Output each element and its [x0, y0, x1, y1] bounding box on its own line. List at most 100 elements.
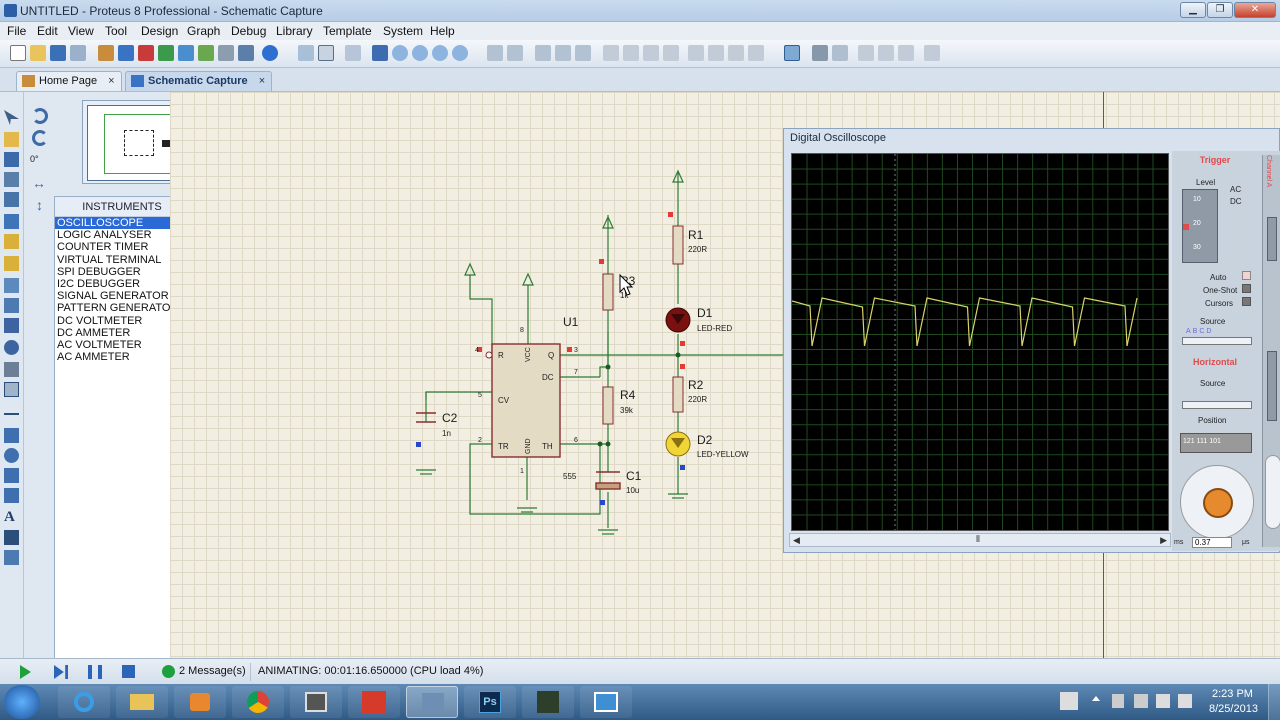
wire-label-icon[interactable] — [4, 172, 19, 187]
exit-to-parent-icon[interactable] — [898, 45, 914, 61]
tray-app-icon[interactable] — [1112, 694, 1124, 708]
instrument-logic-analyser[interactable]: LOGIC ANALYSER — [55, 229, 189, 241]
source-channel-a[interactable]: A — [1186, 328, 1193, 335]
schematic-icon[interactable] — [118, 45, 134, 61]
paste-icon[interactable] — [575, 45, 591, 61]
terminals-icon[interactable] — [4, 256, 19, 271]
zoom-in-icon[interactable] — [392, 45, 408, 61]
oscilloscope-window[interactable]: Digital Oscilloscope ◀ ⦀ ▶ Trigger Level… — [783, 128, 1280, 553]
subcircuit-icon[interactable] — [4, 234, 19, 249]
scroll-left-arrow-icon[interactable]: ◀ — [793, 535, 800, 546]
horizontal-source-slider[interactable] — [1182, 401, 1252, 409]
internet-explorer-icon[interactable] — [58, 686, 110, 718]
installer-icon[interactable] — [290, 686, 342, 718]
voltage-probe-icon[interactable] — [4, 362, 19, 377]
instrument-virtual-terminal[interactable]: VIRTUAL TERMINAL — [55, 254, 189, 266]
rotation-angle[interactable]: 0° — [30, 154, 54, 164]
chrome-icon[interactable] — [232, 686, 284, 718]
tab-close-icon[interactable]: × — [108, 75, 114, 87]
make-device-icon[interactable] — [708, 45, 724, 61]
pick-device-icon[interactable] — [688, 45, 704, 61]
proteus-taskbar-icon[interactable] — [406, 686, 458, 718]
minimize-button[interactable]: ▁ — [1180, 2, 1206, 18]
tape-recorder-icon[interactable] — [4, 318, 19, 333]
buses-icon[interactable] — [4, 214, 19, 229]
property-assignment-icon[interactable] — [832, 45, 848, 61]
menu-view[interactable]: View — [68, 24, 94, 38]
instrument-dc-voltmeter[interactable]: DC VOLTMETER — [55, 315, 189, 327]
timebase-knob[interactable] — [1203, 488, 1233, 518]
file-explorer-icon[interactable] — [116, 686, 168, 718]
box-icon[interactable] — [4, 428, 19, 443]
trigger-level-knob[interactable]: 10 20 30 — [1182, 189, 1218, 263]
line-icon[interactable] — [4, 413, 19, 415]
mode-auto[interactable]: Auto — [1210, 273, 1226, 282]
menu-help[interactable]: Help — [430, 24, 455, 38]
marker-icon[interactable] — [4, 550, 19, 565]
decompose-icon[interactable] — [748, 45, 764, 61]
scroll-right-arrow-icon[interactable]: ▶ — [1160, 535, 1167, 546]
home-icon[interactable] — [98, 45, 114, 61]
menu-debug[interactable]: Debug — [231, 24, 266, 38]
channel-a-position-knob[interactable] — [1267, 217, 1277, 261]
stop-icon[interactable] — [122, 665, 135, 678]
graph-mode-icon[interactable] — [4, 298, 19, 313]
coupling-ac[interactable]: AC — [1230, 185, 1241, 194]
copy-icon[interactable] — [555, 45, 571, 61]
instrument-signal-generator[interactable]: SIGNAL GENERATOR — [55, 290, 189, 302]
trigger-source-channels[interactable]: ABCD — [1186, 328, 1213, 335]
selection-mode-icon[interactable] — [4, 110, 19, 125]
wire-autorouter-icon[interactable] — [784, 45, 800, 61]
save-icon[interactable] — [50, 45, 66, 61]
remove-sheet-icon[interactable] — [878, 45, 894, 61]
bom-icon[interactable] — [198, 45, 214, 61]
close-project-icon[interactable] — [70, 45, 86, 61]
show-desktop-button[interactable] — [1268, 684, 1280, 720]
help-icon[interactable] — [262, 45, 278, 61]
timebase-value[interactable]: 0.37 — [1192, 537, 1232, 548]
menu-template[interactable]: Template — [323, 24, 372, 38]
r4-body[interactable] — [602, 386, 614, 425]
menu-system[interactable]: System — [383, 24, 423, 38]
tab-schematic-capture[interactable]: Schematic Capture × — [125, 71, 273, 91]
instrument-pattern-generator[interactable]: PATTERN GENERATOR — [55, 302, 189, 314]
block-copy-icon[interactable] — [603, 45, 619, 61]
virtual-instruments-icon[interactable] — [4, 382, 19, 397]
network-icon[interactable] — [1178, 694, 1192, 708]
position-counter-display[interactable]: 121 111 101 — [1180, 433, 1252, 453]
coupling-dc[interactable]: DC — [1230, 197, 1242, 206]
photoshop-icon[interactable]: Ps — [464, 686, 516, 718]
r3-body[interactable] — [602, 273, 614, 311]
pen-tray-icon[interactable] — [1060, 692, 1078, 710]
instrument-ac-voltmeter[interactable]: AC VOLTMETER — [55, 339, 189, 351]
mirror-horizontal-icon[interactable]: ↔ — [32, 176, 50, 190]
cut-icon[interactable] — [535, 45, 551, 61]
menu-library[interactable]: Library — [276, 24, 313, 38]
symbol-icon[interactable] — [4, 530, 19, 545]
mode-one-shot[interactable]: One-Shot — [1203, 286, 1237, 295]
start-button-icon[interactable] — [4, 685, 40, 719]
trigger-source-slider[interactable] — [1182, 337, 1252, 345]
undo-icon[interactable] — [487, 45, 503, 61]
r2-body[interactable] — [672, 376, 684, 413]
3d-view-icon[interactable] — [178, 45, 194, 61]
open-folder-icon[interactable] — [30, 45, 46, 61]
origin-icon[interactable] — [345, 45, 361, 61]
component-mode-icon[interactable] — [4, 132, 19, 147]
block-delete-icon[interactable] — [663, 45, 679, 61]
netlist-icon[interactable] — [924, 45, 940, 61]
source-code-icon[interactable] — [218, 45, 234, 61]
pcb-layout-icon[interactable] — [138, 45, 154, 61]
rotate-anticlockwise-icon[interactable] — [32, 130, 48, 146]
maximize-button[interactable]: ❐ — [1207, 2, 1233, 18]
pause-icon[interactable] — [88, 665, 102, 679]
r1-body[interactable] — [672, 225, 684, 265]
channel-b-position-knob[interactable] — [1267, 351, 1277, 421]
block-rotate-icon[interactable] — [643, 45, 659, 61]
design-explorer-icon[interactable] — [238, 45, 254, 61]
packaging-tool-icon[interactable] — [728, 45, 744, 61]
isis-icon[interactable] — [522, 686, 574, 718]
menu-edit[interactable]: Edit — [37, 24, 58, 38]
instrument-counter-timer[interactable]: COUNTER TIMER — [55, 241, 189, 253]
new-sheet-icon[interactable] — [858, 45, 874, 61]
